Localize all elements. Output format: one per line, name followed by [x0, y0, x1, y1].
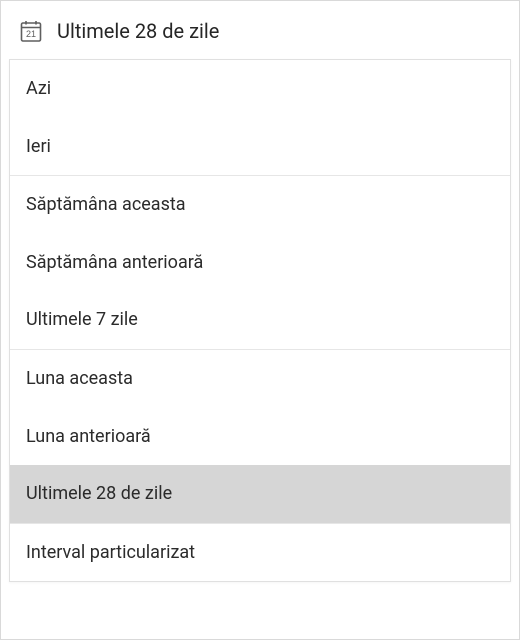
date-range-dropdown: Azi Ieri Săptămâna aceasta Săptămâna ant…	[9, 59, 511, 582]
option-this-week[interactable]: Săptămâna aceasta	[10, 176, 510, 234]
group-day: Azi Ieri	[10, 60, 510, 176]
option-last-month[interactable]: Luna anterioară	[10, 408, 510, 466]
option-today[interactable]: Azi	[10, 60, 510, 118]
svg-text:21: 21	[26, 29, 36, 39]
option-last-week[interactable]: Săptămâna anterioară	[10, 234, 510, 292]
option-this-month[interactable]: Luna aceasta	[10, 350, 510, 408]
group-custom: Interval particularizat	[10, 524, 510, 582]
group-week: Săptămâna aceasta Săptămâna anterioară U…	[10, 176, 510, 350]
option-yesterday[interactable]: Ieri	[10, 118, 510, 176]
header: 21 Ultimele 28 de zile	[1, 1, 519, 59]
option-custom-range[interactable]: Interval particularizat	[10, 524, 510, 582]
option-last-7-days[interactable]: Ultimele 7 zile	[10, 291, 510, 349]
group-month: Luna aceasta Luna anterioară Ultimele 28…	[10, 350, 510, 524]
date-range-panel: 21 Ultimele 28 de zile Azi Ieri Săptămân…	[0, 0, 520, 640]
calendar-icon: 21	[19, 19, 43, 43]
option-last-28-days[interactable]: Ultimele 28 de zile	[10, 465, 510, 523]
current-range-label: Ultimele 28 de zile	[57, 19, 219, 43]
